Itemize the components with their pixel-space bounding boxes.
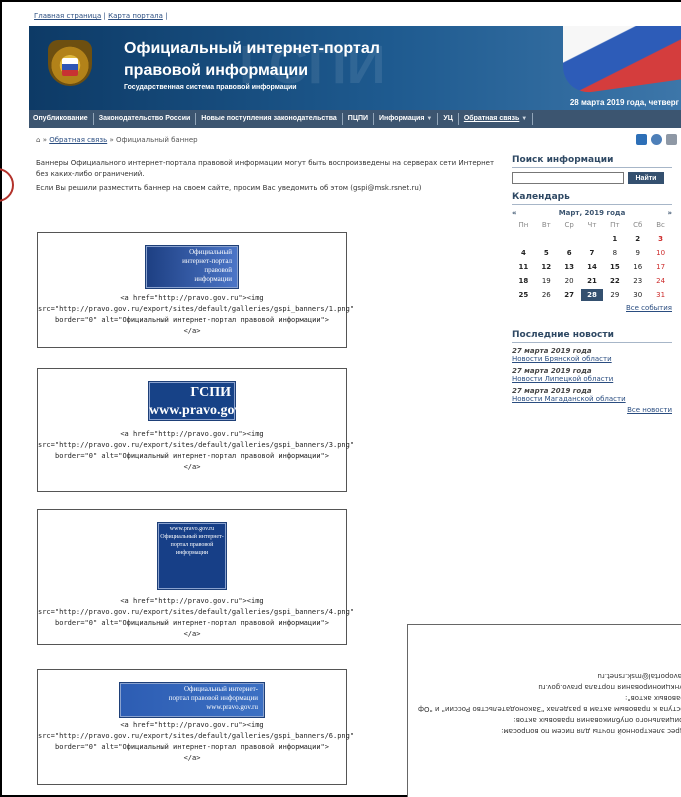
site-subtitle: Государственная система правовой информа… bbox=[124, 84, 297, 91]
nav-uc[interactable]: УЦ bbox=[438, 113, 459, 125]
search-button[interactable]: Найти bbox=[628, 172, 664, 184]
print-icon[interactable] bbox=[666, 134, 677, 145]
search-title: Поиск информации bbox=[512, 155, 672, 168]
banner-card-2: ГСПИ www.pravo.gov.ru <a href="http://pr… bbox=[37, 368, 354, 492]
nav-pcpi[interactable]: ПЦПИ bbox=[343, 113, 375, 125]
banner-image-1[interactable]: Официальный интернет-портал правовой инф… bbox=[145, 245, 239, 289]
search-form: Найти bbox=[512, 172, 672, 184]
share-icons bbox=[636, 134, 677, 145]
banner-code-4[interactable]: <a href="http://pravo.gov.ru"><img src="h… bbox=[38, 720, 354, 764]
banner-image-2[interactable]: ГСПИ www.pravo.gov.ru bbox=[148, 381, 258, 421]
site-title-line2[interactable]: правовой информации bbox=[124, 62, 308, 80]
next-month-button[interactable]: » bbox=[667, 209, 672, 217]
prev-month-button[interactable]: « bbox=[512, 209, 517, 217]
calendar-title: Календарь bbox=[512, 192, 672, 205]
mirrored-popup-fragment: Адрес электронной почты для писем по воп… bbox=[407, 624, 681, 797]
banner-card-4: Официальный интернет-портал правовой инф… bbox=[37, 669, 354, 785]
breadcrumb-current: Официальный баннер bbox=[115, 136, 198, 144]
main-content: Баннеры Официального интернет-портала пр… bbox=[36, 158, 501, 197]
nav-publication[interactable]: Опубликование bbox=[29, 113, 94, 125]
banner-card-1: Официальный интернет-портал правовой инф… bbox=[37, 232, 354, 348]
top-links: Главная страница | Карта портала | bbox=[34, 12, 168, 20]
banner-code-2[interactable]: <a href="http://pravo.gov.ru"><img src="h… bbox=[38, 429, 354, 473]
search-input[interactable] bbox=[512, 172, 624, 184]
banner-image-3[interactable]: www.pravo.gov.ru Официальный интернет-по… bbox=[157, 522, 227, 590]
nav-legislation[interactable]: Законодательство России bbox=[94, 113, 197, 125]
breadcrumb: ⌂ » Обратная связь » Официальный баннер bbox=[36, 136, 198, 144]
banner-card-3: www.pravo.gov.ru Официальный интернет-по… bbox=[37, 509, 354, 645]
coat-of-arms-icon[interactable] bbox=[48, 40, 92, 86]
banner-code-3[interactable]: <a href="http://pravo.gov.ru"><img src="h… bbox=[38, 596, 354, 640]
breadcrumb-feedback-link[interactable]: Обратная связь bbox=[49, 136, 107, 144]
news-title: Последние новости bbox=[512, 330, 672, 343]
news-link-2[interactable]: Новости Липецкой области bbox=[512, 375, 672, 383]
site-header: ГСПИ Официальный интернет-портал правово… bbox=[29, 26, 681, 110]
news-list: 27 марта 2019 года Новости Брянской обла… bbox=[512, 347, 672, 414]
main-navigation: Опубликование Законодательство России Но… bbox=[29, 110, 681, 128]
sitemap-link[interactable]: Карта портала bbox=[108, 12, 163, 20]
all-events-link[interactable]: Все события bbox=[626, 304, 672, 312]
intro-paragraph: Баннеры Официального интернет-портала пр… bbox=[36, 159, 495, 178]
calendar-grid: Пн Вт Ср Чт Пт Сб Вс 123 4 5 6 7 8 9 10 11 12 13 14 15 16… bbox=[518, 221, 666, 301]
news-link-1[interactable]: Новости Брянской области bbox=[512, 355, 672, 363]
home-link[interactable]: Главная страница bbox=[34, 12, 101, 20]
notice-paragraph: Если Вы решили разместить баннер на свое… bbox=[36, 184, 422, 192]
current-date: 28 марта 2019 года, четверг bbox=[569, 98, 679, 107]
all-news-link[interactable]: Все новости bbox=[512, 406, 672, 414]
site-title-line1[interactable]: Официальный интернет-портал bbox=[124, 40, 380, 58]
banner-image-4[interactable]: Официальный интернет-портал правовой инф… bbox=[119, 682, 265, 718]
russian-flag-image bbox=[563, 26, 681, 96]
nav-information[interactable]: Информация ▼ bbox=[374, 113, 439, 125]
info-icon[interactable] bbox=[651, 134, 662, 145]
nav-new-laws[interactable]: Новые поступления законодательства bbox=[196, 113, 343, 125]
banner-code-1[interactable]: <a href="http://pravo.gov.ru"><img src="h… bbox=[38, 293, 354, 337]
calendar-month: Март, 2019 года bbox=[558, 209, 626, 217]
calendar: « Март, 2019 года » Пн Вт Ср Чт Пт Сб Вс 123 4… bbox=[512, 209, 672, 312]
mirrored-text: Адрес электронной почты для писем по воп… bbox=[418, 672, 681, 735]
news-link-3[interactable]: Новости Магаданской области bbox=[512, 395, 672, 403]
home-icon[interactable]: ⌂ bbox=[36, 136, 40, 144]
nav-feedback[interactable]: Обратная связь ▼ bbox=[459, 113, 534, 125]
sidebar: Поиск информации Найти Календарь « Март,… bbox=[512, 155, 672, 414]
twitter-icon[interactable] bbox=[636, 134, 647, 145]
